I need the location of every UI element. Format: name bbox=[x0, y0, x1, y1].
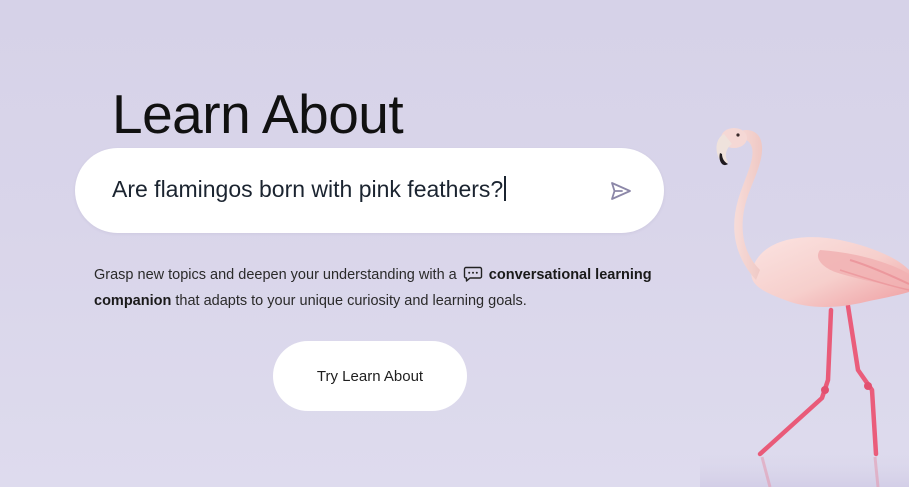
description-text-1: Grasp new topics and deepen your underst… bbox=[94, 267, 461, 283]
flamingo-image bbox=[700, 128, 909, 487]
text-caret bbox=[504, 176, 507, 201]
prompt-input[interactable]: Are flamingos born with pink feathers? bbox=[75, 148, 664, 233]
prompt-input-text[interactable]: Are flamingos born with pink feathers? bbox=[112, 176, 507, 204]
send-arrow-icon bbox=[611, 182, 631, 200]
try-learn-about-button[interactable]: Try Learn About bbox=[273, 341, 467, 411]
description: Grasp new topics and deepen your underst… bbox=[94, 262, 654, 314]
description-text-2: that adapts to your unique curiosity and… bbox=[171, 293, 527, 309]
prompt-value: Are flamingos born with pink feathers? bbox=[112, 176, 504, 202]
send-button[interactable] bbox=[609, 179, 633, 203]
chat-bubble-icon bbox=[463, 266, 482, 282]
page-title: Learn About bbox=[112, 83, 404, 145]
